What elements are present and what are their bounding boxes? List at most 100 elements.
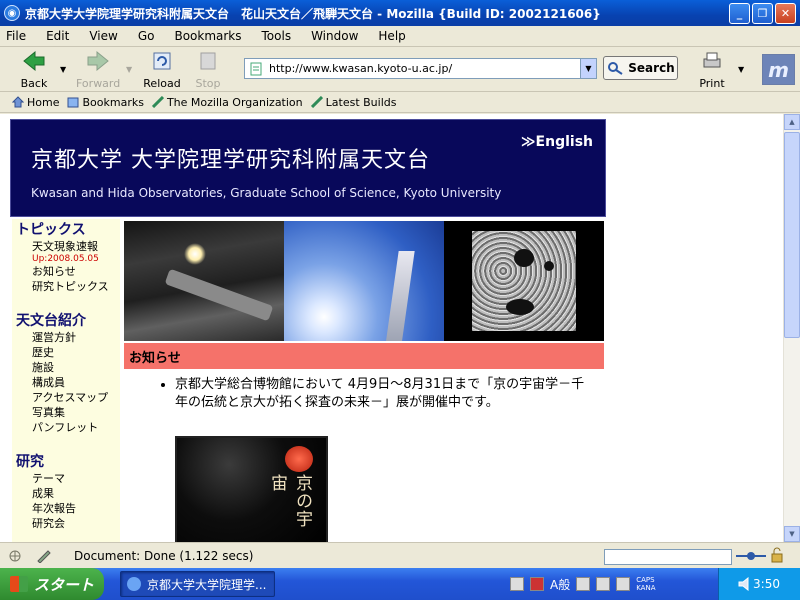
url-text: http://www.kwasan.kyoto-u.ac.jp/ xyxy=(269,62,453,75)
mozilla-org-label: The Mozilla Organization xyxy=(166,95,303,109)
start-button[interactable]: スタート xyxy=(0,568,104,600)
vertical-scrollbar[interactable]: ▲ ▼ xyxy=(783,114,800,542)
search-button[interactable]: Search xyxy=(603,56,678,80)
ime-mode[interactable]: A般 xyxy=(550,576,570,593)
forward-button[interactable]: Forward xyxy=(76,50,120,90)
task-label: 京都大学大学院理学... xyxy=(147,577,267,592)
online-plug-icon[interactable] xyxy=(736,550,766,562)
network-activity-icon[interactable] xyxy=(8,549,22,563)
bookmarks-icon xyxy=(67,97,79,108)
forward-label: Forward xyxy=(76,77,121,90)
news-item[interactable]: 京都大学総合博物館において 4月9日～8月31日まで「京の宇宙学－千年の伝統と京… xyxy=(175,376,590,412)
back-dropdown-icon[interactable]: ▼ xyxy=(60,65,66,74)
menu-window[interactable]: Window xyxy=(311,29,358,43)
menu-go[interactable]: Go xyxy=(138,29,155,43)
back-button[interactable]: Back xyxy=(14,50,54,90)
status-message: Document: Done (1.122 secs) xyxy=(74,549,254,563)
sunspot xyxy=(544,261,554,271)
sun-flare xyxy=(184,243,206,265)
menu-tools[interactable]: Tools xyxy=(262,29,292,43)
sunspot-photo xyxy=(444,221,604,341)
sidebar-heading-topics[interactable]: トピックス xyxy=(16,219,120,239)
windows-flag-icon xyxy=(10,576,28,592)
caps-kana-indicator: CAPS KANA xyxy=(636,576,655,592)
menu-help[interactable]: Help xyxy=(378,29,405,43)
mozilla-task-icon xyxy=(127,577,141,591)
composer-icon[interactable] xyxy=(36,549,52,563)
english-link[interactable]: ≫English xyxy=(521,134,593,150)
security-lock-icon[interactable] xyxy=(770,547,784,563)
sidebar-link-members[interactable]: 構成員 xyxy=(32,375,120,390)
mozilla-app-icon: ◉ xyxy=(4,5,20,21)
url-dropdown-icon[interactable]: ▼ xyxy=(580,59,596,78)
keyboard-icon[interactable] xyxy=(510,577,524,591)
sidebar-heading-research[interactable]: 研究 xyxy=(16,451,120,471)
ime-icon[interactable] xyxy=(530,577,544,591)
sidebar: トピックス 天文現象速報 Up:2008.05.05 お知らせ 研究トピックス … xyxy=(12,219,120,542)
sidebar-link-history[interactable]: 歴史 xyxy=(32,345,120,360)
latest-builds-link[interactable]: Latest Builds xyxy=(310,95,397,109)
ime-pad-icon[interactable] xyxy=(596,577,611,591)
site-banner: 京都大学 大学院理学研究科附属天文台 Kwasan and Hida Obser… xyxy=(10,119,606,217)
scroll-up-icon[interactable]: ▲ xyxy=(784,114,800,130)
menu-file[interactable]: File xyxy=(6,29,26,43)
title-bar[interactable]: ◉ 京都大学大学院理学研究科附属天文台 花山天文台／飛騨天文台 - Mozill… xyxy=(0,0,800,26)
search-icon xyxy=(608,62,623,75)
close-button[interactable]: ✕ xyxy=(775,2,796,24)
scroll-thumb[interactable] xyxy=(784,132,800,338)
bookmarks-label: Bookmarks xyxy=(82,95,144,109)
menu-view[interactable]: View xyxy=(89,29,117,43)
back-label: Back xyxy=(20,77,48,90)
menu-edit[interactable]: Edit xyxy=(46,29,69,43)
stop-icon xyxy=(200,52,216,70)
speaker-icon[interactable] xyxy=(737,577,753,591)
sidebar-link-policy[interactable]: 運営方針 xyxy=(32,330,120,345)
sidebar-link-workshops[interactable]: 研究会 xyxy=(32,516,120,531)
reload-button[interactable]: Reload xyxy=(142,50,182,90)
solar-surface xyxy=(472,231,576,331)
reload-label: Reload xyxy=(143,77,181,90)
taskbar-mozilla-task[interactable]: 京都大学大学院理学... xyxy=(120,571,275,597)
latest-builds-label: Latest Builds xyxy=(325,95,397,109)
sidebar-link-notices[interactable]: お知らせ xyxy=(32,264,120,279)
window-title: 京都大学大学院理学研究科附属天文台 花山天文台／飛騨天文台 - Mozilla … xyxy=(25,6,601,21)
sidebar-link-facilities[interactable]: 施設 xyxy=(32,360,120,375)
progress-field xyxy=(604,549,732,565)
sidebar-link-results[interactable]: 成果 xyxy=(32,486,120,501)
banner-title-en: Kwasan and Hida Observatories, Graduate … xyxy=(31,186,502,200)
minimize-button[interactable]: _ xyxy=(729,2,750,24)
update-date: Up:2008.05.05 xyxy=(32,254,99,264)
menu-bookmarks[interactable]: Bookmarks xyxy=(174,29,241,43)
print-button[interactable]: Print xyxy=(696,50,728,90)
poster-text: 京の宇宙 xyxy=(267,474,312,528)
stop-button[interactable]: Stop xyxy=(190,50,226,90)
sunspot xyxy=(514,249,534,267)
mozilla-org-link[interactable]: The Mozilla Organization xyxy=(151,95,303,109)
ime-dictionary-icon[interactable] xyxy=(616,577,631,591)
sidebar-link-phenomena[interactable]: 天文現象速報 xyxy=(32,239,120,254)
maximize-button[interactable]: ❐ xyxy=(752,2,773,24)
ime-tool-icon[interactable] xyxy=(576,577,591,591)
sidebar-link-annual-report[interactable]: 年次報告 xyxy=(32,501,120,516)
sidebar-link-pamphlet[interactable]: パンフレット xyxy=(32,420,120,435)
home-link[interactable]: Home xyxy=(12,96,59,109)
print-dropdown-icon[interactable]: ▼ xyxy=(738,65,744,74)
mozilla-logo[interactable]: m xyxy=(762,54,795,85)
planet-graphic xyxy=(285,446,313,472)
sidebar-link-photos[interactable]: 写真集 xyxy=(32,405,120,420)
sidebar-heading-about[interactable]: 天文台紹介 xyxy=(16,310,120,330)
exhibition-poster[interactable]: 京の宇宙 xyxy=(175,436,328,542)
start-label: スタート xyxy=(34,575,95,594)
sidebar-link-themes[interactable]: テーマ xyxy=(32,471,120,486)
scroll-down-icon[interactable]: ▼ xyxy=(784,526,800,542)
url-bar[interactable]: http://www.kwasan.kyoto-u.ac.jp/ ▼ xyxy=(244,58,597,79)
navigation-toolbar: Back ▼ Forward ▼ Reload Stop http://www.… xyxy=(0,47,800,92)
sidebar-link-access[interactable]: アクセスマップ xyxy=(32,390,120,405)
clock[interactable]: 3:50 xyxy=(753,577,780,591)
bookmarks-link[interactable]: Bookmarks xyxy=(67,95,144,109)
telescope-photo xyxy=(124,221,284,341)
sunspot xyxy=(506,299,534,315)
stop-label: Stop xyxy=(195,77,221,90)
forward-dropdown-icon[interactable]: ▼ xyxy=(126,65,132,74)
sidebar-link-research-topics[interactable]: 研究トピックス xyxy=(32,279,120,294)
